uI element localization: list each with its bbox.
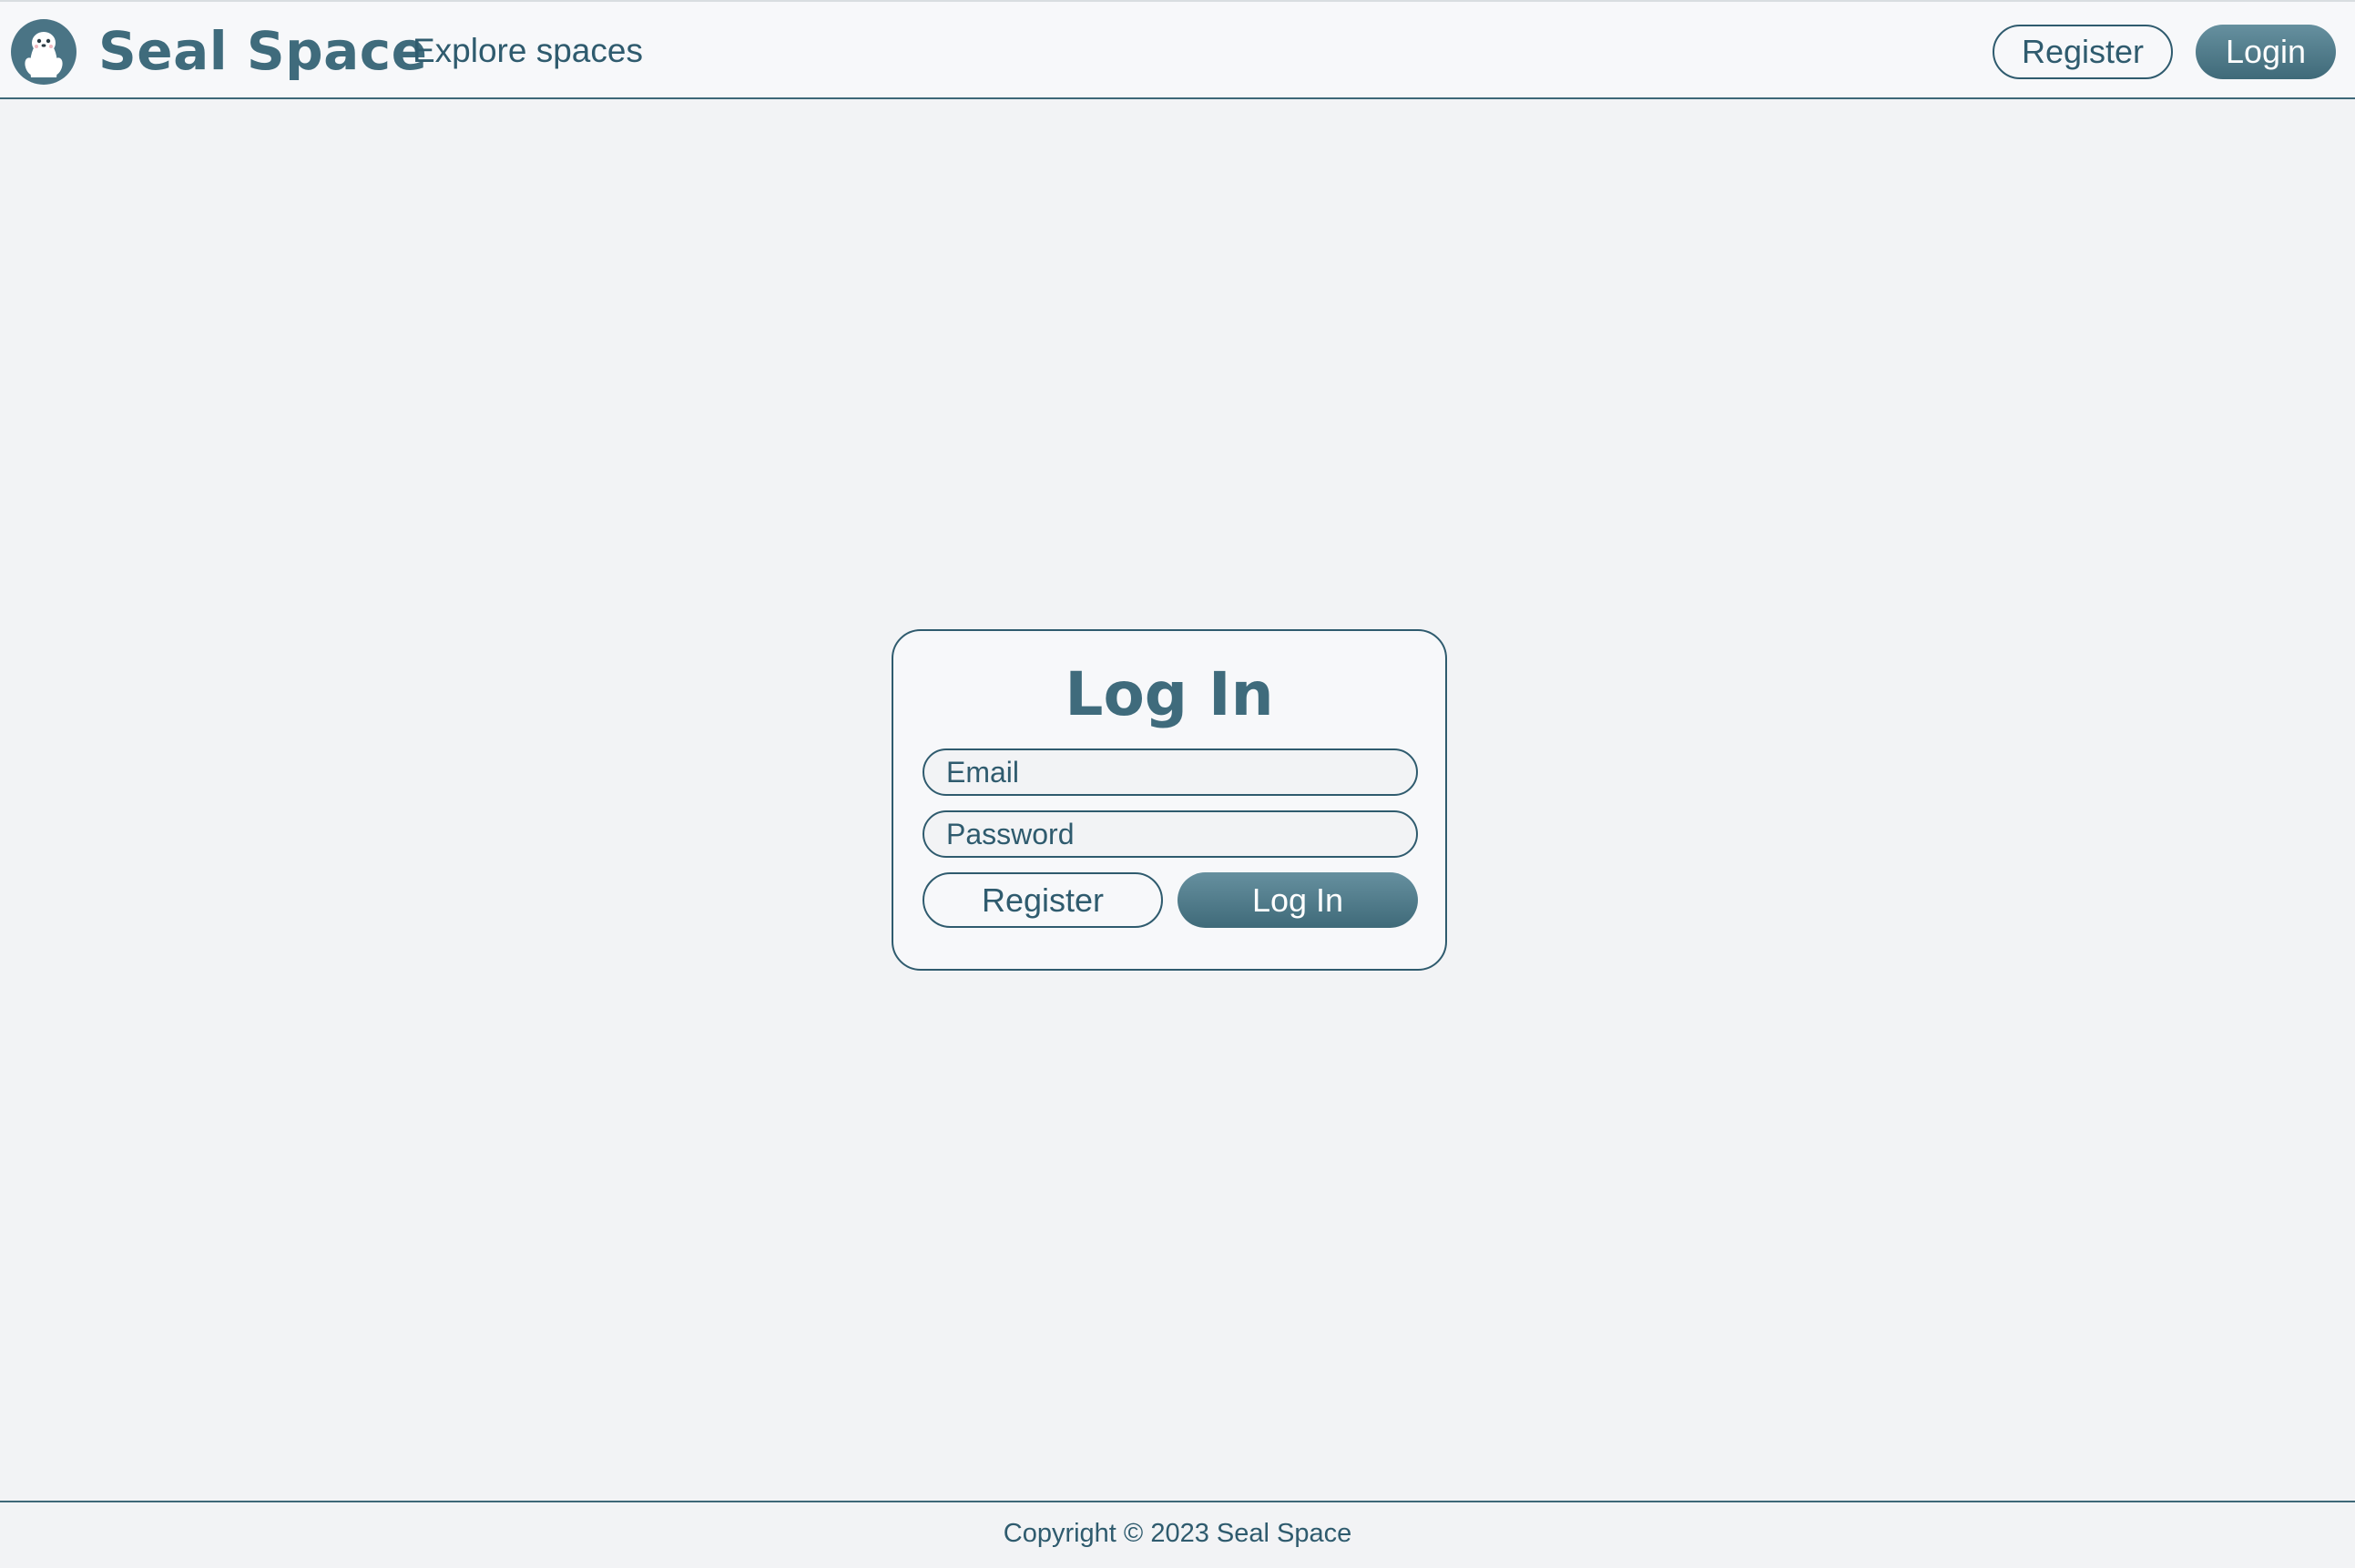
form-login-button[interactable]: Log In: [1178, 872, 1418, 928]
email-field[interactable]: [923, 748, 1418, 796]
header-register-button[interactable]: Register: [1993, 25, 2173, 79]
page: Seal Space Explore spaces Register Login…: [0, 0, 2355, 1568]
password-field[interactable]: [923, 810, 1418, 858]
login-title: Log In: [1065, 659, 1274, 729]
footer: Copyright © 2023 Seal Space: [0, 1501, 2355, 1568]
login-form-card: Log In Register Log In: [892, 629, 1447, 971]
copyright-text: Copyright © 2023 Seal Space: [1003, 1519, 1352, 1548]
seal-logo-icon[interactable]: [11, 19, 76, 85]
top-navbar: Seal Space Explore spaces Register Login: [0, 0, 2355, 99]
header-login-button[interactable]: Login: [2196, 25, 2336, 79]
form-register-button[interactable]: Register: [923, 872, 1163, 928]
brand-name[interactable]: Seal Space: [98, 15, 427, 87]
explore-spaces-link[interactable]: Explore spaces: [413, 29, 643, 73]
